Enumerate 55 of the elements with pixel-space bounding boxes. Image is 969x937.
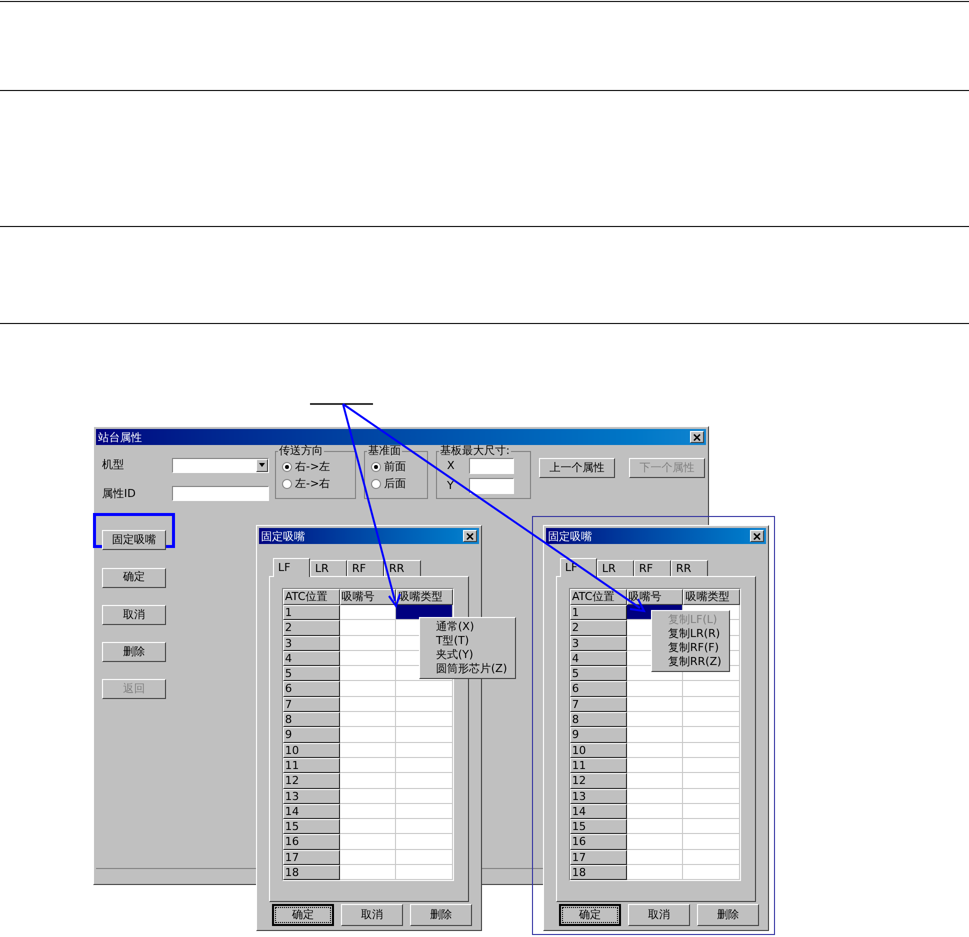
row-header: 7 <box>570 696 627 712</box>
row-header: 4 <box>283 650 340 666</box>
row-header: 13 <box>283 788 340 804</box>
column-header: ATC位置 <box>283 589 340 605</box>
row-header: 5 <box>283 666 340 682</box>
radio-label: 后面 <box>384 478 406 490</box>
row-header: 15 <box>283 819 340 834</box>
row-header: 11 <box>570 758 627 774</box>
row-header: 9 <box>570 727 627 743</box>
column-header: 吸嘴类型 <box>683 589 740 605</box>
row-header: 1 <box>283 605 340 620</box>
row-header: 3 <box>283 636 340 651</box>
row-header: 14 <box>570 804 627 820</box>
radio-label: 前面 <box>384 461 406 473</box>
row-header: 9 <box>283 727 340 743</box>
column-header: 吸嘴号 <box>626 589 684 605</box>
row-header: 8 <box>283 712 340 728</box>
radio-label: 右->左 <box>295 461 330 473</box>
row-header: 11 <box>283 758 340 774</box>
row-header: 10 <box>283 742 340 758</box>
row-header: 4 <box>570 650 627 666</box>
row-header: 14 <box>283 804 340 820</box>
row-header: 3 <box>570 636 627 651</box>
window-title: 固定吸嘴 <box>261 530 305 542</box>
column-header: ATC位置 <box>570 589 627 605</box>
group-title: 基板最大尺寸: <box>439 445 511 457</box>
row-header: 1 <box>570 605 627 620</box>
group-title: 基准面 <box>367 445 402 457</box>
row-header: 18 <box>570 865 627 880</box>
row-header: 10 <box>570 742 627 758</box>
group-title: 传送方向 <box>278 445 324 457</box>
row-header: 12 <box>570 773 627 789</box>
radio-label: 左->右 <box>295 478 330 490</box>
row-header: 16 <box>283 834 340 850</box>
field-label: Y <box>447 478 455 494</box>
row-header: 17 <box>570 850 627 866</box>
row-header: 8 <box>570 712 627 728</box>
row-header: 12 <box>283 773 340 789</box>
row-header: 6 <box>283 681 340 697</box>
field-label: 机型 <box>102 457 125 473</box>
row-header: 6 <box>570 681 627 697</box>
row-header: 15 <box>570 819 627 834</box>
row-header: 17 <box>283 850 340 866</box>
window-title: 站台属性 <box>98 432 142 442</box>
field-label: X <box>447 458 456 474</box>
window-title: 固定吸嘴 <box>548 530 592 542</box>
row-header: 18 <box>283 865 340 880</box>
row-header: 2 <box>283 620 340 636</box>
row-header: 2 <box>570 620 627 636</box>
row-header: 13 <box>570 788 627 804</box>
field-label: 属性ID <box>102 486 137 502</box>
column-header: 吸嘴号 <box>340 589 396 605</box>
row-header: 5 <box>570 666 627 682</box>
row-header: 7 <box>283 696 340 712</box>
row-header: 16 <box>570 834 627 850</box>
